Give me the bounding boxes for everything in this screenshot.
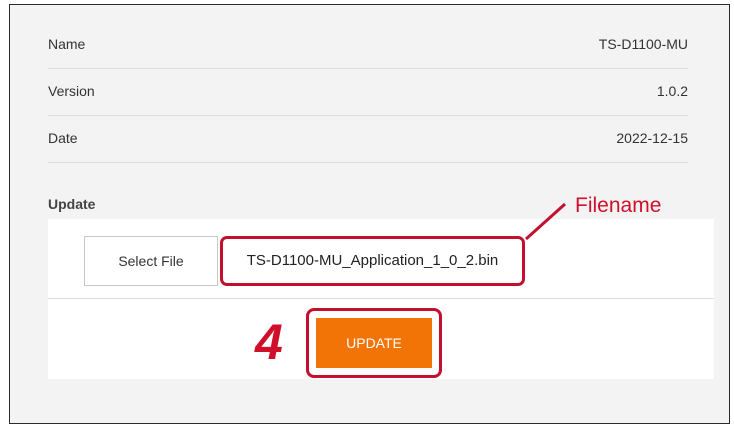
update-section-title: Update	[48, 196, 96, 212]
name-label: Name	[48, 36, 86, 52]
info-row-version: Version 1.0.2	[48, 69, 688, 116]
date-label: Date	[48, 130, 78, 146]
version-value: 1.0.2	[656, 83, 688, 99]
select-file-button[interactable]: Select File	[84, 236, 218, 286]
update-button[interactable]: UPDATE	[316, 318, 432, 368]
info-row-name: Name TS-D1100-MU	[48, 22, 688, 69]
date-value: 2022-12-15	[616, 130, 688, 146]
filename-callout-label: Filename	[575, 194, 662, 217]
panel-divider	[48, 298, 714, 299]
name-value: TS-D1100-MU	[598, 36, 688, 52]
step-number-annotation: 4	[255, 314, 283, 370]
info-row-date: Date 2022-12-15	[48, 116, 688, 163]
version-label: Version	[48, 83, 95, 99]
selected-filename-field: TS-D1100-MU_Application_1_0_2.bin	[220, 236, 525, 286]
